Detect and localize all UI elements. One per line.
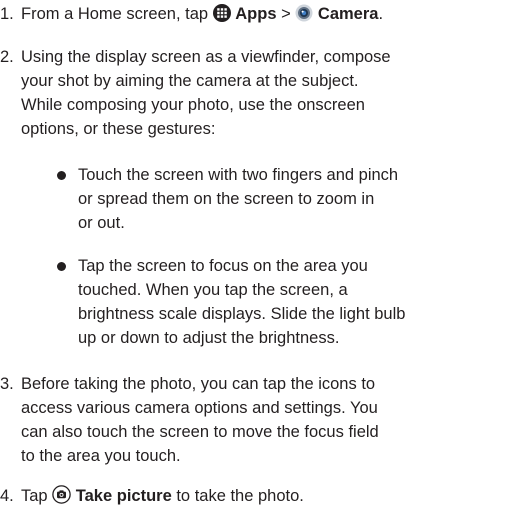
bullet-line: touched. When you tap the screen, a bbox=[78, 281, 348, 299]
bullet-line: or out. bbox=[78, 214, 125, 232]
bullet-dot bbox=[57, 171, 66, 180]
step-line: While composing your photo, use the onsc… bbox=[21, 96, 365, 114]
step-2: 2. Using the display screen as a viewfin… bbox=[0, 45, 508, 141]
bullet-line: or spread them on the screen to zoom in bbox=[78, 190, 375, 208]
step-line: access various camera options and settin… bbox=[21, 399, 378, 417]
apps-label: Apps bbox=[235, 5, 277, 23]
step-text: From a Home screen, tap bbox=[21, 5, 213, 23]
step-text-end: . bbox=[378, 5, 384, 23]
step-number: 4. bbox=[0, 487, 14, 505]
camera-app-icon bbox=[295, 4, 313, 22]
step-number: 1. bbox=[0, 5, 14, 23]
step-line: Using the display screen as a viewfinder… bbox=[21, 48, 391, 66]
bullet-line: brightness scale displays. Slide the lig… bbox=[78, 305, 406, 323]
apps-grid-icon bbox=[212, 4, 231, 22]
bullet-line: Tap the screen to focus on the area you bbox=[78, 257, 368, 275]
step-number: 2. bbox=[0, 48, 14, 66]
step-line: to the area you touch. bbox=[21, 447, 181, 465]
step-text-end: to take the photo. bbox=[171, 487, 304, 505]
step-line: options, or these gestures: bbox=[21, 120, 216, 138]
take-picture-icon bbox=[52, 485, 71, 504]
step-line: your shot by aiming the camera at the su… bbox=[21, 72, 359, 90]
bullet-line: up or down to adjust the brightness. bbox=[78, 329, 340, 347]
bullet-item: Tap the screen to focus on the area you … bbox=[0, 254, 508, 350]
step-line: can also touch the screen to move the fo… bbox=[21, 423, 379, 441]
bullet-item: Touch the screen with two fingers and pi… bbox=[0, 163, 508, 235]
bullet-line: Touch the screen with two fingers and pi… bbox=[78, 166, 399, 184]
camera-label: Camera bbox=[317, 5, 379, 23]
step-number: 3. bbox=[0, 375, 14, 393]
step-3: 3. Before taking the photo, you can tap … bbox=[0, 372, 508, 468]
step-text: Tap bbox=[21, 487, 53, 505]
take-picture-label: Take picture bbox=[75, 487, 172, 505]
bullet-dot bbox=[57, 262, 66, 271]
menu-separator: > bbox=[276, 5, 296, 23]
step-1: 1. From a Home screen, tap Apps > Camera… bbox=[0, 2, 508, 26]
step-line: Before taking the photo, you can tap the… bbox=[21, 375, 376, 393]
step-4: 4. Tap Take picture to take the photo. bbox=[0, 484, 508, 508]
